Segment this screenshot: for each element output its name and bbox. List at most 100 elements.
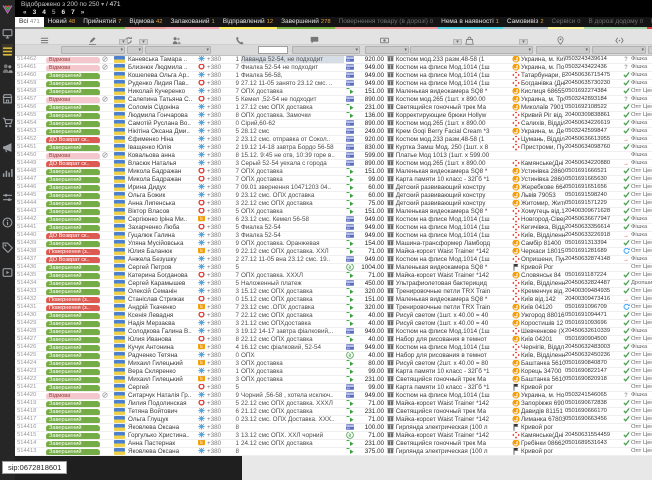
delivery-location[interactable]: Украина, м. По bbox=[521, 64, 565, 71]
product-cell[interactable]: Маленькая видеокамера SQ8 * bbox=[387, 264, 510, 271]
tracking-number[interactable]: 0501691571229 bbox=[565, 200, 621, 207]
product-cell[interactable]: Маленькая видеокамера SQ8 * bbox=[387, 208, 510, 215]
product-cell[interactable]: Майка-корсет Waist Trainer *142 bbox=[387, 400, 510, 407]
table-row[interactable]: 514446ЗавершенийИрина Дидух+380709.01 зв… bbox=[15, 184, 652, 192]
tracking-number[interactable]: 20400309473416 bbox=[565, 296, 621, 303]
phone-number[interactable]: +380 bbox=[207, 280, 231, 287]
status-pill[interactable]: Завершений bbox=[46, 129, 100, 135]
client-name[interactable]: Михаил Гилецький bbox=[128, 360, 196, 367]
product-cell[interactable]: Тренировочные петли TRX Train bbox=[387, 304, 510, 311]
table-row[interactable]: 514454ЗавершенийСамотій Руслана Во..+380… bbox=[15, 120, 652, 128]
client-name[interactable]: Микола Бадражан bbox=[128, 168, 196, 175]
product-cell[interactable]: Костюм мод.233 разм,48-58 (1 bbox=[387, 56, 510, 63]
comment-cell[interactable]: 27.12 11-05 вна 23.12 смс. 19.. bbox=[241, 256, 344, 263]
phone-number[interactable]: +380 bbox=[207, 392, 231, 399]
delivery-location[interactable]: Коростишів 12 bbox=[521, 320, 565, 327]
client-name[interactable]: Яковлева Оксана bbox=[128, 424, 196, 431]
status-pill[interactable]: Завершений bbox=[46, 281, 100, 287]
table-row[interactable]: 514451ЗавершенийІващенко Юлія+380219.12 … bbox=[15, 144, 652, 152]
phone-number[interactable]: +380 bbox=[207, 256, 231, 263]
comment-cell[interactable]: 21.12 смс ОПХдоставка bbox=[241, 320, 344, 327]
tab-4[interactable]: Запакований1 bbox=[166, 17, 218, 29]
tracking-number[interactable]: 0501690904500 bbox=[565, 336, 621, 343]
tab-6[interactable]: Завершений278 bbox=[277, 17, 335, 29]
tracking-number[interactable]: 0503242893184 bbox=[565, 96, 621, 103]
product-cell[interactable]: Светящийся гоночный трек Ма bbox=[387, 376, 510, 383]
delivery-location[interactable]: Богданівка (Дні bbox=[521, 80, 565, 87]
phone-number[interactable]: +380 bbox=[207, 80, 231, 87]
tracking-number[interactable]: 0503242599847 bbox=[565, 128, 621, 135]
comment-cell[interactable]: 15.12. 9:45 не отв, 10:39 горе в.. bbox=[241, 152, 344, 159]
delivery-location[interactable]: Кегичівка, Відді bbox=[521, 224, 565, 231]
table-row[interactable]: 514442ЗавершенийСергіюнко Іріна Ми..lc+3… bbox=[15, 216, 652, 224]
table-row[interactable]: 514455ЗавершенийЛюдмила Гончарова+3808ОП… bbox=[15, 112, 652, 120]
client-name[interactable]: Микола Бадражан bbox=[128, 176, 196, 183]
client-name[interactable]: Олексій Семанін bbox=[128, 288, 196, 295]
status-pill[interactable]: Відмова bbox=[46, 97, 100, 103]
status-pill[interactable]: Завершений bbox=[46, 265, 100, 271]
tracking-number[interactable]: 0501690666170 bbox=[565, 408, 621, 415]
tab-0[interactable]: Всі471 bbox=[15, 17, 44, 29]
phone-number[interactable]: +380 bbox=[207, 128, 231, 135]
comment-cell[interactable] bbox=[241, 448, 344, 455]
status-pill[interactable]: Завершений bbox=[46, 273, 100, 279]
client-name[interactable]: Станіслав Стрижак bbox=[128, 296, 196, 303]
status-pill[interactable]: Завершений bbox=[46, 225, 100, 231]
tracking-number[interactable]: 20450631554459 bbox=[565, 432, 621, 439]
tracking-number[interactable]: 20450632874148 bbox=[565, 256, 621, 263]
client-name[interactable]: Каневська Тамара .. bbox=[128, 56, 196, 63]
table-row[interactable]: 514427ЗавершенийЮлия Иванова+380822.12 с… bbox=[15, 336, 652, 344]
product-cell[interactable]: Маленькая видеокамера SQ8 * bbox=[387, 296, 510, 303]
table-row[interactable]: 514460ЗавершенийКошелева Ольга Ар..+3801… bbox=[15, 72, 652, 80]
comment-cell[interactable]: 09.01 звернення 10471203 04.. bbox=[241, 184, 344, 191]
product-cell[interactable]: Майка-корсет Waist Trainer *142 bbox=[387, 416, 510, 423]
phone-number[interactable]: +380 bbox=[207, 240, 231, 247]
sidebar-item-video[interactable] bbox=[2, 265, 13, 276]
table-row[interactable]: 514441ЗавершенийЗахарченко Люба+3805Фиал… bbox=[15, 224, 652, 232]
filter-select[interactable]: ▾ bbox=[127, 46, 143, 54]
delivery-location[interactable]: Кривой Рог bbox=[521, 264, 565, 271]
client-name[interactable]: Анжела Безушку bbox=[128, 256, 196, 263]
phone-number[interactable]: +380 bbox=[207, 232, 231, 239]
delivery-location[interactable]: Черкаси 18015 bbox=[521, 248, 565, 255]
comment-cell[interactable]: 23.12 смс .ОПХ доставка bbox=[241, 304, 344, 311]
status-pill[interactable]: Відмова bbox=[46, 57, 100, 63]
status-pill[interactable]: Завершений bbox=[46, 449, 100, 455]
tracking-number[interactable]: 20450633226918 bbox=[565, 232, 621, 239]
client-name[interactable]: Віктор Власов bbox=[128, 208, 196, 215]
phone-number[interactable]: +380 bbox=[207, 64, 231, 71]
table-row[interactable]: 514452ДО Возврат ск..Єфименко Ніна+38022… bbox=[15, 136, 652, 144]
delivery-location[interactable]: Кривой рог bbox=[521, 424, 565, 431]
tracking-number[interactable]: 20450634226619 bbox=[565, 120, 621, 127]
phone-number[interactable]: +380 bbox=[207, 120, 231, 127]
tracking-number[interactable]: 20450636715475 bbox=[565, 72, 621, 79]
tracking-number[interactable]: 20450636613955 bbox=[565, 136, 621, 143]
comment-cell[interactable]: 19.12 14-17 завтра фіалковий,.. bbox=[241, 328, 344, 335]
product-cell[interactable]: Костюм на флисе Мод.1014 (1ш bbox=[387, 328, 510, 335]
status-pill[interactable]: Завершений bbox=[46, 337, 100, 343]
table-row[interactable]: 514417ЗавершенийОльга Глущук+380023.12 с… bbox=[15, 416, 652, 424]
table-row[interactable]: 514462Відмова Каневська Тамара ..+3801Ла… bbox=[15, 56, 652, 64]
product-cell[interactable]: Костюм на флисе Мод.1014 (1ш bbox=[387, 256, 510, 263]
delivery-location[interactable]: Украина, м. Киї bbox=[521, 56, 565, 63]
status-pill[interactable]: Завершений bbox=[46, 121, 100, 127]
product-cell[interactable]: Костюм на флисе Мод.1014 (1ш bbox=[387, 224, 510, 231]
tracking-number[interactable]: 20450634098760 bbox=[565, 144, 621, 151]
tracking-number[interactable]: 0501691598240 bbox=[565, 192, 621, 199]
delivery-location[interactable]: Опришени, Пун bbox=[521, 256, 565, 263]
status-pill[interactable]: Завершений bbox=[46, 369, 100, 375]
delivery-location[interactable]: Татарбунари, Ві bbox=[521, 72, 565, 79]
tracking-number[interactable]: 20450632450236 bbox=[565, 352, 621, 359]
table-row[interactable]: 514432Повернення (з..Станіслав Стрижак+3… bbox=[15, 296, 652, 304]
client-name[interactable]: Кошелева Ольга Ар.. bbox=[128, 72, 196, 79]
product-cell[interactable]: Майка-корсет Waist Trainer *142 bbox=[387, 272, 510, 279]
product-cell[interactable]: Детский развивающий констру bbox=[387, 192, 510, 199]
product-cell[interactable]: Майка-корсет Waist Trainer *142 bbox=[387, 248, 510, 255]
product-cell[interactable]: Карта памяти 10 класс - 32Гб *1 bbox=[387, 176, 510, 183]
comment-cell[interactable]: Лаванда 52-54, не подходит bbox=[241, 56, 344, 63]
client-name[interactable]: Уляна Мусійовська bbox=[128, 240, 196, 247]
phone-number[interactable]: +380 bbox=[207, 192, 231, 199]
client-name[interactable]: Солодкова Галина В.. bbox=[128, 328, 196, 335]
phone-number[interactable]: +380 bbox=[207, 440, 231, 447]
status-pill[interactable]: Завершений bbox=[46, 433, 100, 439]
